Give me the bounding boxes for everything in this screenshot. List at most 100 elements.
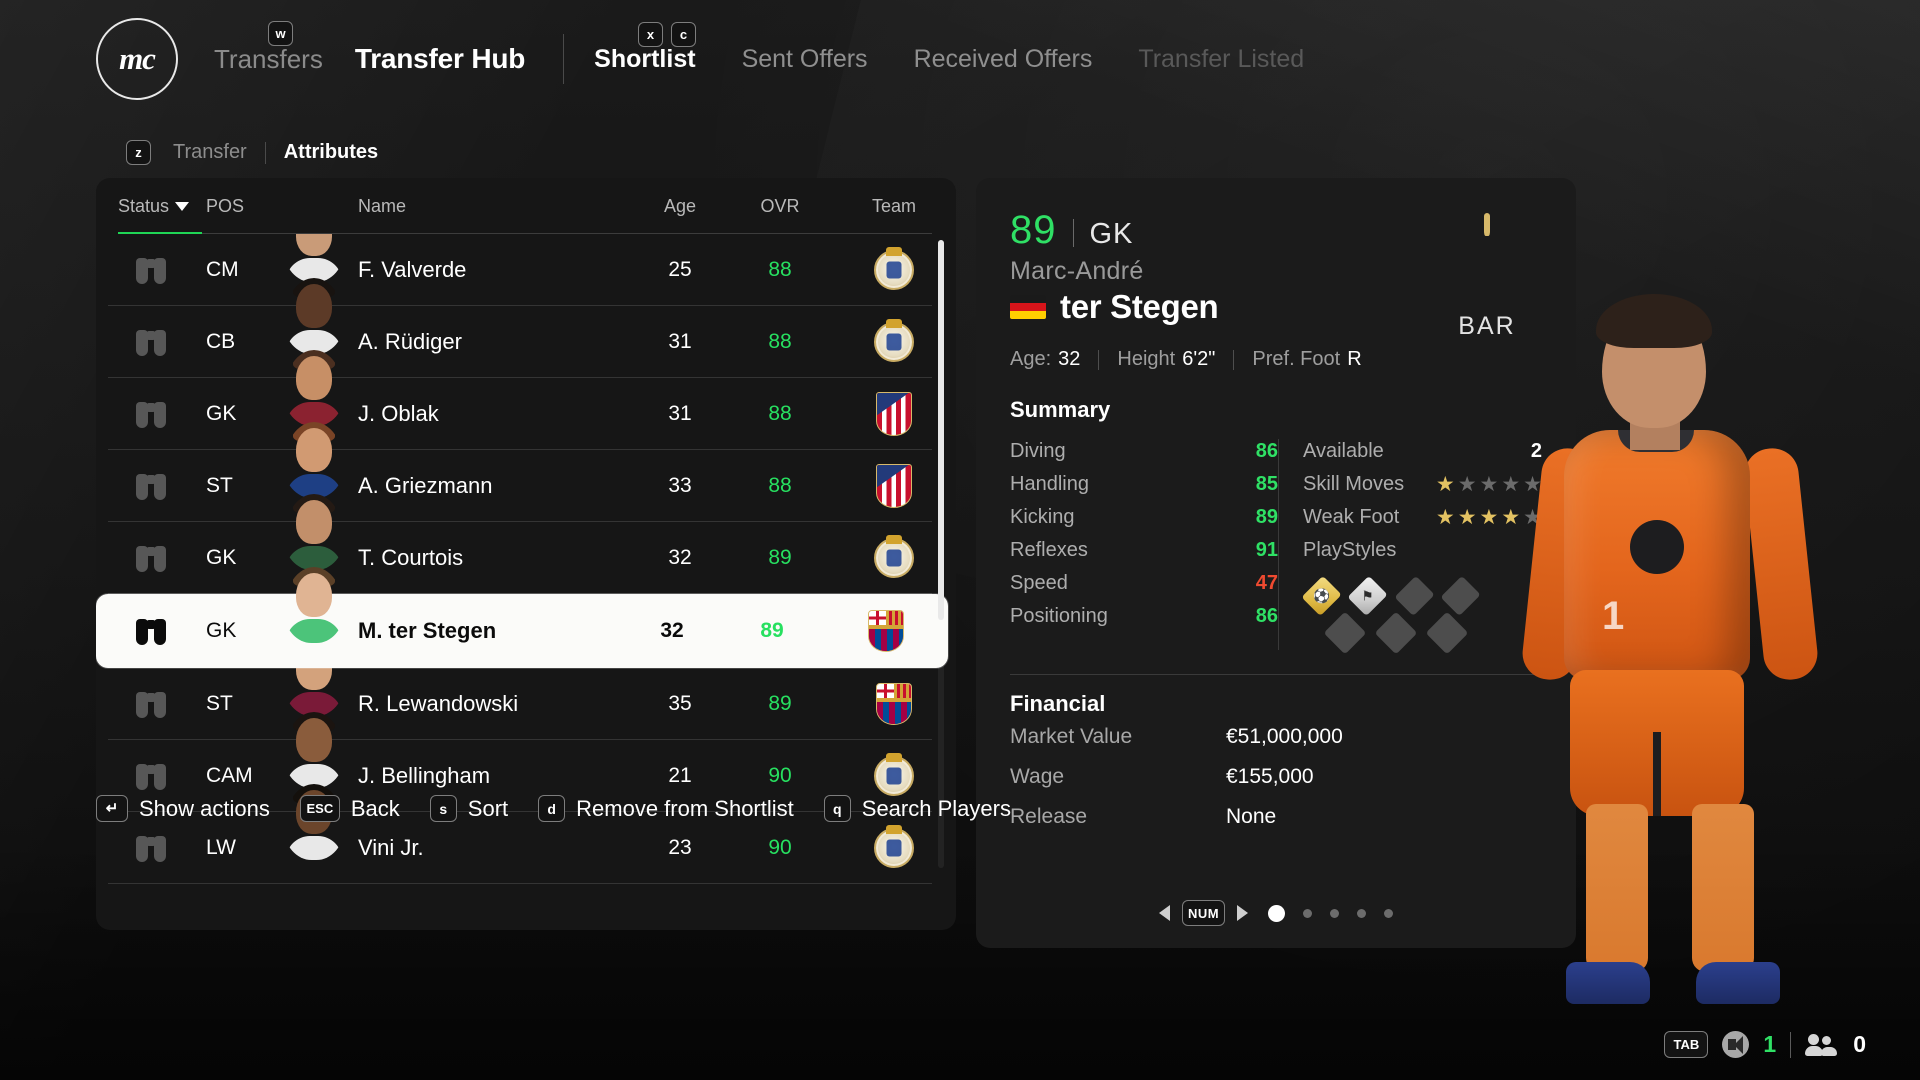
row-ovr: 90 xyxy=(768,836,792,859)
sort-descending-icon xyxy=(175,201,190,211)
page-next-icon[interactable] xyxy=(1237,905,1249,921)
row-position: GK xyxy=(206,546,237,569)
attribute-value: 91 xyxy=(1255,539,1278,561)
key-tab[interactable]: TAB xyxy=(1664,1031,1709,1058)
atletico-madrid-crest-icon xyxy=(876,392,912,436)
table-row[interactable]: GK T. Courtois 32 89 xyxy=(96,494,956,594)
breadcrumb-transfer-hub[interactable]: Transfer Hub xyxy=(355,43,526,75)
real-madrid-crest-icon xyxy=(874,250,914,290)
shortlist-rows[interactable]: CM F. Valverde 25 88 CB A. Rüdiger 31 88… xyxy=(96,234,956,930)
row-ovr: 88 xyxy=(768,474,792,497)
row-ovr: 89 xyxy=(768,546,792,569)
page-dot[interactable] xyxy=(1357,908,1367,918)
tab-transfer-listed[interactable]: Transfer Listed xyxy=(1138,45,1304,74)
status-divider xyxy=(1790,1031,1792,1058)
page-dot[interactable] xyxy=(1330,908,1340,918)
playstyles-row-2 xyxy=(1323,611,1479,655)
skill-moves-label: Skill Moves xyxy=(1303,473,1405,495)
empty-playstyle-icon xyxy=(1323,611,1367,655)
table-row[interactable]: CM F. Valverde 25 88 xyxy=(96,234,956,306)
list-scrollbar-thumb[interactable] xyxy=(938,240,944,620)
pref-foot-label: Pref. Foot xyxy=(1252,348,1341,370)
player-detail-card: 89 GK Marc-André ter Stegen Age: 32 Heig… xyxy=(976,178,1576,948)
empty-playstyle-icon xyxy=(1393,575,1435,617)
action-show-actions[interactable]: ↵ Show actions xyxy=(96,795,270,822)
rush-out-playstyle-icon[interactable]: ⚑ xyxy=(1347,575,1389,617)
action-remove-from-shortlist[interactable]: d Remove from Shortlist xyxy=(538,795,794,822)
top-header: mc Transfers Transfer Hub Shortlist Sent… xyxy=(0,0,1920,118)
subnav-divider xyxy=(264,141,266,164)
scout-status-cell xyxy=(96,688,206,720)
tab-received-offers[interactable]: Received Offers xyxy=(914,45,1093,74)
row-player-name: R. Lewandowski xyxy=(358,691,519,716)
binoculars-icon xyxy=(134,470,168,502)
attribute-row: Speed 47 xyxy=(1010,567,1278,600)
footwork-playstyle-icon[interactable]: ⚽ xyxy=(1301,575,1342,617)
key-esc[interactable]: ESC xyxy=(299,795,340,822)
breadcrumb-transfers[interactable]: Transfers xyxy=(214,44,323,75)
row-player-name: F. Valverde xyxy=(358,257,467,282)
row-player-name: A. Griezmann xyxy=(358,473,493,498)
player-ovr: 89 xyxy=(1010,208,1057,252)
table-row[interactable]: ST A. Griezmann 33 88 xyxy=(96,422,956,522)
scout-status-cell xyxy=(96,832,206,864)
key-s[interactable]: s xyxy=(429,795,457,822)
key-z[interactable]: z xyxy=(126,140,151,165)
column-header-pos[interactable]: POS xyxy=(206,196,290,217)
table-row[interactable]: ST R. Lewandowski 35 89 xyxy=(96,640,956,740)
breadcrumb: Transfers Transfer Hub Shortlist Sent Of… xyxy=(214,34,1304,84)
table-row[interactable]: GK J. Oblak 31 88 xyxy=(96,350,956,450)
financial-row: Release None xyxy=(1010,797,1542,837)
subtab-transfer[interactable]: Transfer xyxy=(173,141,247,164)
attribute-value: 85 xyxy=(1255,473,1278,495)
key-d[interactable]: d xyxy=(538,795,566,822)
key-q[interactable]: q xyxy=(823,795,851,822)
transfer-hub-screen: mc Transfers Transfer Hub Shortlist Sent… xyxy=(0,0,1920,1080)
barcelona-crest-icon xyxy=(876,683,912,725)
star-icon: ★ xyxy=(1435,473,1455,496)
volume-icon[interactable] xyxy=(1722,1031,1750,1058)
attribute-label: Positioning xyxy=(1010,605,1108,627)
action-back[interactable]: ESC Back xyxy=(299,795,400,822)
page-prev-icon[interactable] xyxy=(1158,905,1170,921)
financial-label: Wage xyxy=(1010,765,1065,788)
page-dot-active[interactable] xyxy=(1268,904,1286,922)
action-label: Search Players xyxy=(861,795,1011,821)
player-last-name: ter Stegen xyxy=(1060,288,1219,325)
action-sort[interactable]: s Sort xyxy=(429,795,508,822)
card-pagination: NUM xyxy=(976,900,1576,926)
column-header-name[interactable]: Name xyxy=(290,196,632,217)
rating-divider xyxy=(1072,219,1074,247)
tab-sent-offers[interactable]: Sent Offers xyxy=(742,45,868,74)
scout-status-cell xyxy=(96,615,206,647)
row-player-name: M. ter Stegen xyxy=(358,618,497,643)
column-header-status-label: Status xyxy=(118,195,170,216)
table-row[interactable]: LW Vini Jr. 23 90 xyxy=(96,784,956,884)
attribute-row: Reflexes 91 xyxy=(1010,534,1278,567)
row-age: 23 xyxy=(668,836,692,859)
column-header-team[interactable]: Team xyxy=(832,196,956,217)
column-header-ovr[interactable]: OVR xyxy=(728,196,832,217)
summary-grid: Diving 86 Handling 85 Kicking 89 Reflexe… xyxy=(1010,435,1542,655)
action-label: Show actions xyxy=(139,795,270,821)
tab-shortlist[interactable]: Shortlist xyxy=(594,45,695,74)
financial-row: Market Value €51,000,000 xyxy=(1010,717,1542,757)
attribute-row: Diving 86 xyxy=(1010,435,1278,468)
scout-status-cell xyxy=(96,326,206,358)
financial-label: Release xyxy=(1010,805,1088,828)
list-scrollbar[interactable] xyxy=(938,240,944,868)
action-search-players[interactable]: q Search Players xyxy=(823,795,1011,822)
column-header-age[interactable]: Age xyxy=(632,196,728,217)
column-header-status[interactable]: Status xyxy=(96,196,206,217)
subtab-attributes[interactable]: Attributes xyxy=(284,141,378,164)
page-dot[interactable] xyxy=(1384,908,1394,918)
table-row[interactable]: CB A. Rüdiger 31 88 xyxy=(96,278,956,378)
scout-status-cell xyxy=(96,254,206,286)
key-enter[interactable]: ↵ xyxy=(96,795,128,822)
logo-text: mc xyxy=(119,41,156,76)
binoculars-icon xyxy=(134,326,168,358)
row-player-name: J. Bellingham xyxy=(358,763,491,788)
key-num[interactable]: NUM xyxy=(1181,900,1226,926)
page-dot[interactable] xyxy=(1303,908,1313,918)
table-row-selected[interactable]: GK M. ter Stegen 32 89 xyxy=(96,567,948,668)
